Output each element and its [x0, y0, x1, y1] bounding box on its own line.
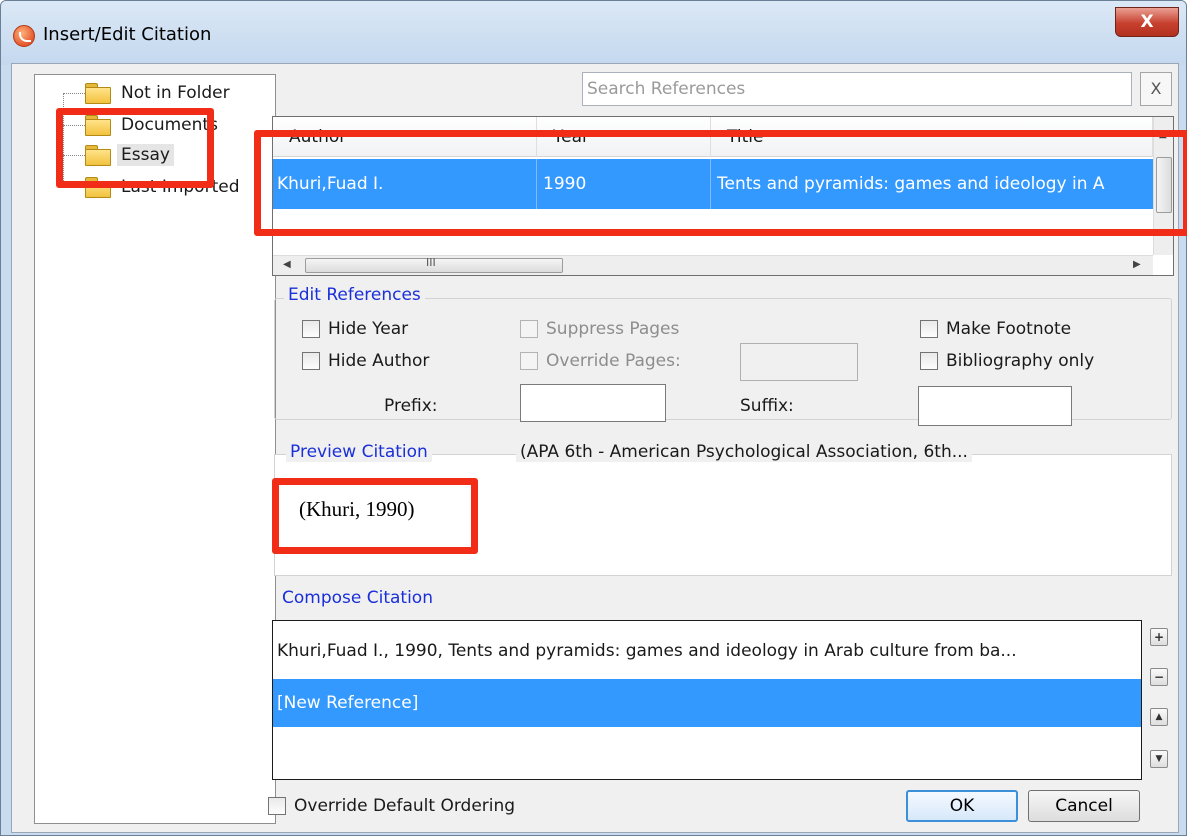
tree-item-essay[interactable]: Essay [35, 141, 174, 169]
tree-item-last-imported[interactable]: Last Imported [35, 173, 244, 201]
column-author[interactable]: Author [273, 117, 537, 157]
close-button[interactable]: X [1115, 7, 1179, 37]
title-cell: Tents and pyramids: games and ideology i… [717, 174, 1105, 194]
window-title: Insert/Edit Citation [43, 24, 212, 45]
suffix-label: Suffix: [740, 396, 794, 416]
make-footnote-checkbox[interactable]: Make Footnote [920, 319, 1071, 339]
hide-author-checkbox[interactable]: Hide Author [302, 351, 429, 371]
preview-citation-title: Preview Citation [286, 442, 432, 462]
list-item[interactable]: Khuri,Fuad I., 1990, Tents and pyramids:… [273, 627, 1141, 675]
table-row[interactable]: Khuri,Fuad I. 1990 Tents and pyramids: g… [273, 159, 1153, 209]
scroll-up-icon[interactable]: ▲ [1159, 129, 1167, 140]
horizontal-scrollbar[interactable]: ◀ III ▶ [273, 255, 1153, 275]
author-cell: Khuri,Fuad I. [273, 159, 537, 209]
suppress-pages-checkbox[interactable]: Suppress Pages [520, 319, 679, 339]
tree-item-label: Essay [117, 144, 174, 166]
insert-edit-citation-window: Insert/Edit Citation X Not in Folder Doc… [0, 0, 1187, 836]
move-up-button[interactable]: ▲ [1150, 708, 1168, 726]
override-pages-input[interactable] [740, 343, 858, 381]
override-pages-checkbox[interactable]: Override Pages: [520, 351, 681, 371]
open-folder-icon [85, 145, 111, 166]
cancel-button[interactable]: Cancel [1028, 790, 1140, 822]
scroll-left-icon[interactable]: ◀ [283, 259, 291, 270]
hide-year-checkbox[interactable]: Hide Year [302, 319, 408, 339]
edit-references-title: Edit References [284, 285, 425, 305]
horizontal-scroll-thumb[interactable]: III [305, 256, 563, 273]
prefix-label: Prefix: [384, 396, 438, 416]
ok-button[interactable]: OK [906, 790, 1018, 822]
dialog-body: Not in Folder Documents Essay Last Impor… [11, 63, 1179, 833]
tree-item-not-in-folder[interactable]: Not in Folder [35, 79, 234, 107]
list-item[interactable]: [New Reference] [273, 679, 1141, 727]
clear-search-button[interactable]: X [1140, 72, 1172, 106]
override-default-ordering-checkbox[interactable]: Override Default Ordering [268, 796, 515, 816]
reference-list: Author Year Title Khuri,Fuad I. 1990 Ten… [272, 116, 1174, 276]
prefix-input[interactable] [520, 384, 666, 422]
move-down-button[interactable]: ▼ [1150, 750, 1168, 768]
remove-reference-button[interactable]: − [1150, 668, 1168, 686]
preview-citation-box: (Khuri, 1990) [274, 454, 1172, 576]
tree-item-documents[interactable]: Documents [35, 111, 222, 139]
folder-icon [85, 115, 111, 136]
compose-citation-list: Khuri,Fuad I., 1990, Tents and pyramids:… [272, 620, 1142, 780]
add-reference-button[interactable]: + [1150, 628, 1168, 646]
scroll-right-icon[interactable]: ▶ [1133, 259, 1141, 270]
column-title[interactable]: Title [711, 117, 1153, 157]
year-cell: 1990 [537, 159, 711, 209]
vertical-scrollbar[interactable]: ▲ [1153, 117, 1173, 255]
column-year[interactable]: Year [537, 117, 711, 157]
compose-citation-title: Compose Citation [282, 588, 433, 608]
title-bar: Insert/Edit Citation X [1, 1, 1186, 65]
citation-style-label: (APA 6th - American Psychological Associ… [516, 442, 972, 462]
scroll-grip-icon: III [426, 256, 436, 269]
vertical-scroll-thumb[interactable] [1156, 157, 1172, 213]
folder-icon [85, 83, 111, 104]
folder-tree: Not in Folder Documents Essay Last Impor… [34, 74, 276, 824]
folder-icon [85, 177, 111, 198]
tree-item-label: Documents [121, 115, 218, 135]
tree-item-label: Last Imported [121, 177, 240, 197]
reference-list-header: Author Year Title [273, 117, 1153, 157]
search-input[interactable]: Search References [582, 72, 1132, 106]
bibliography-only-checkbox[interactable]: Bibliography only [920, 351, 1094, 371]
tree-item-label: Not in Folder [121, 83, 230, 103]
app-logo-icon [13, 25, 35, 47]
suffix-input[interactable] [918, 386, 1072, 426]
preview-citation-text: (Khuri, 1990) [299, 497, 415, 521]
